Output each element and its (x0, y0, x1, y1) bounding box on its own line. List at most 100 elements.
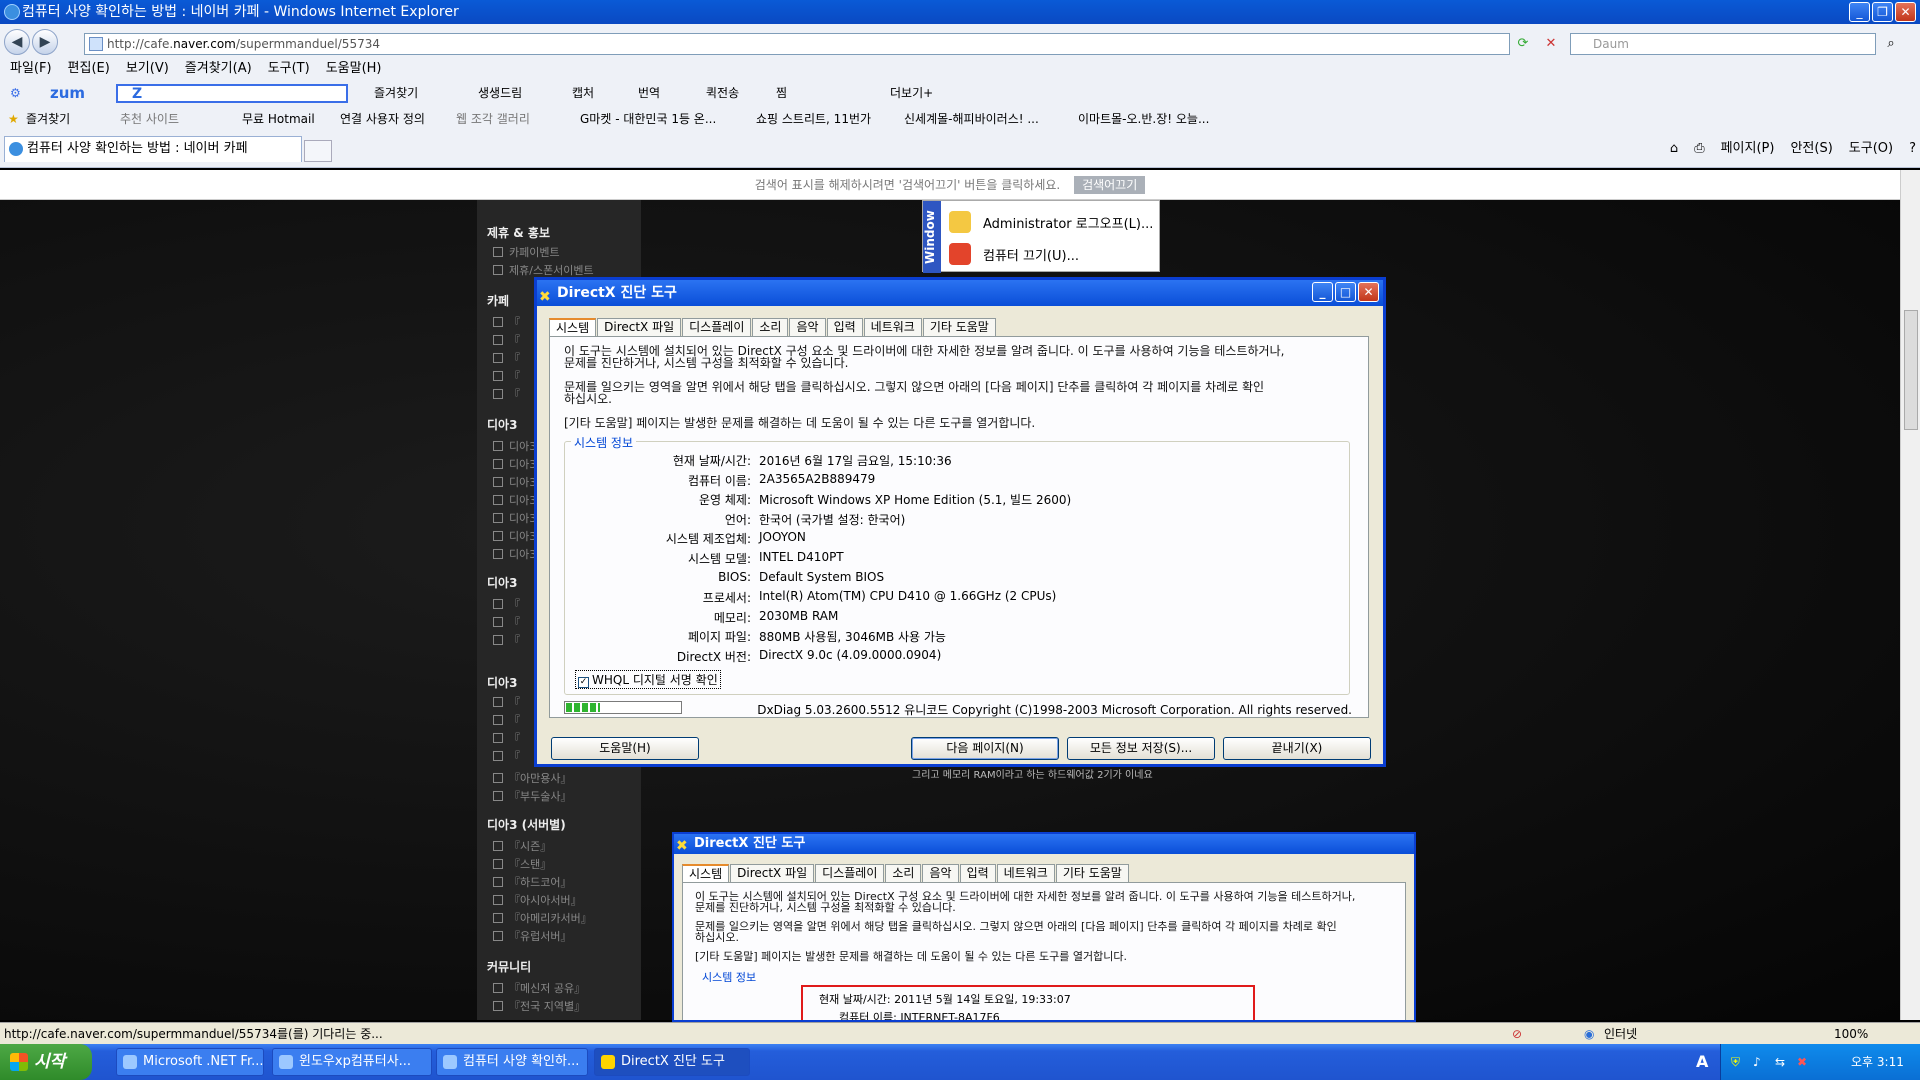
sidebar-cat-dia3[interactable]: 디아3 (487, 674, 517, 691)
cmd-tools[interactable]: 도구(O) (1849, 138, 1893, 160)
sidebar-item[interactable]: 『 (493, 694, 520, 710)
tab-network[interactable]: 네트워크 (863, 318, 922, 337)
tab-music[interactable]: 음악 (789, 318, 826, 337)
save-all-button[interactable]: 모든 정보 저장(S)... (1067, 737, 1215, 760)
zum-more[interactable]: 더보기+ (890, 80, 933, 106)
zoom-level[interactable]: 100% (1834, 1023, 1868, 1045)
sidebar-item[interactable]: 『아메리카서버』 (493, 910, 592, 926)
fav-shinsegae[interactable]: 신세계몰-해피바이러스! ... (904, 106, 1039, 132)
tray-network-icon[interactable]: ⇆ (1775, 1044, 1785, 1080)
menu-favorites[interactable]: 즐겨찾기(A) (185, 58, 252, 80)
sidebar-cat-server[interactable]: 디아3 (서버별) (487, 816, 566, 833)
zum-quicksend[interactable]: 퀵전송 (706, 80, 739, 106)
tray-alert-icon[interactable]: ✖ (1797, 1044, 1807, 1080)
zum-bookmark[interactable]: 찜 (776, 80, 787, 106)
zum-favorites[interactable]: 즐겨찾기 (374, 80, 418, 106)
fav-emart[interactable]: 이마트몰-오.반.장! 오늘... (1078, 106, 1209, 132)
zum-settings-icon[interactable]: ⚙ (10, 80, 21, 106)
sidebar-cat-dia2[interactable]: 디아3 (487, 574, 517, 591)
sidebar-item[interactable]: 디아3 (493, 474, 536, 490)
sidebar-cat-community[interactable]: 커뮤니티 (487, 958, 531, 975)
sidebar-item[interactable]: 『 (493, 386, 520, 402)
zum-dream[interactable]: 생생드림 (478, 80, 522, 106)
new-tab-button[interactable] (304, 140, 332, 162)
print-icon[interactable]: ⎙ (1694, 138, 1704, 160)
favorites-label[interactable]: 즐겨찾기 (26, 106, 70, 132)
cmd-safety[interactable]: 안전(S) (1790, 138, 1832, 160)
search-icon[interactable]: ⌕ (1882, 35, 1900, 53)
sidebar-item[interactable]: 『아만용사』 (493, 770, 571, 786)
sidebar-item[interactable]: 『아시아서버』 (493, 892, 582, 908)
sidebar-cat-cafe[interactable]: 카페 (487, 292, 509, 309)
fav-custom-links[interactable]: 연결 사용자 정의 (340, 106, 425, 132)
sidebar-item[interactable]: 디아3 (493, 510, 536, 526)
zum-translate[interactable]: 번역 (638, 80, 660, 106)
sidebar-item[interactable]: 『 (493, 712, 520, 728)
minimize-button[interactable]: _ (1849, 2, 1870, 22)
dxdiag-close-button[interactable]: ✕ (1358, 282, 1379, 302)
menu-help[interactable]: 도움말(H) (326, 58, 382, 80)
fav-11st[interactable]: 쇼핑 스트리트, 11번가 (756, 106, 871, 132)
fav-hotmail[interactable]: 무료 Hotmail (242, 106, 315, 132)
task-dotnet[interactable]: Microsoft .NET Fr... (116, 1048, 264, 1076)
dxdiag-maximize-button[interactable]: □ (1335, 282, 1356, 302)
address-bar[interactable]: http://cafe.naver.com/supermmanduel/5573… (84, 33, 1510, 55)
sidebar-item[interactable]: 『 (493, 368, 520, 384)
sidebar-item[interactable]: 『유럽서버』 (493, 928, 571, 944)
zum-capture[interactable]: 캡처 (572, 80, 594, 106)
sidebar-item[interactable]: 디아3 (493, 528, 536, 544)
sidebar-item[interactable]: 『 (493, 748, 520, 764)
sidebar-item[interactable]: 『 (493, 614, 520, 630)
menu-edit[interactable]: 편집(E) (68, 58, 110, 80)
highlight-off-button[interactable]: 검색어끄기 (1074, 176, 1146, 194)
sidebar-item[interactable]: 『스탠』 (493, 856, 551, 872)
sidebar-item[interactable]: 제휴/스폰서이벤트 (493, 262, 594, 278)
sidebar-item[interactable]: 『 (493, 350, 520, 366)
sidebar-item[interactable]: 『 (493, 632, 520, 648)
sidebar-cat-partner[interactable]: 제휴 & 홍보 (487, 224, 550, 241)
scrollbar-thumb[interactable] (1904, 310, 1918, 430)
tab-directx-files[interactable]: DirectX 파일 (597, 318, 682, 337)
tab-active[interactable]: 컴퓨터 사양 확인하는 방법 : 네이버 카페 (4, 136, 302, 162)
search-input[interactable]: Daum (1570, 33, 1876, 55)
ime-indicator[interactable]: A (1696, 1052, 1708, 1071)
sidebar-item[interactable]: 『 (493, 596, 520, 612)
tab-more-help[interactable]: 기타 도움말 (922, 318, 996, 337)
sidebar-item[interactable]: 디아3 (493, 546, 536, 562)
dxdiag-minimize-button[interactable]: _ (1312, 282, 1333, 302)
sidebar-item[interactable]: 『 (493, 314, 520, 330)
sidebar-item[interactable]: 디아3 (493, 492, 536, 508)
restore-button[interactable]: ❐ (1872, 2, 1893, 22)
menu-tools[interactable]: 도구(T) (268, 58, 310, 80)
next-page-button[interactable]: 다음 페이지(N) (911, 737, 1059, 760)
sidebar-item[interactable]: 『부두술사』 (493, 788, 571, 804)
fav-recommended[interactable]: 추천 사이트 (120, 106, 179, 132)
sidebar-item[interactable]: 『 (493, 332, 520, 348)
back-button[interactable]: ◀ (4, 29, 30, 55)
sidebar-item[interactable]: 『시즌』 (493, 838, 551, 854)
sidebar-cat-dia1[interactable]: 디아3 (487, 416, 517, 433)
popup-blocked-icon[interactable]: ⊘ (1512, 1023, 1522, 1045)
menu-file[interactable]: 파일(F) (10, 58, 52, 80)
tab-input[interactable]: 입력 (826, 318, 863, 337)
start-button[interactable]: 시작 (0, 1044, 92, 1080)
fav-gmarket[interactable]: G마켓 - 대한민국 1등 온... (580, 106, 716, 132)
refresh-icon[interactable]: ⟳ (1514, 35, 1532, 53)
sidebar-item[interactable]: 『메신저 공유』 (493, 980, 585, 996)
sidebar-item[interactable]: 『전국 지역별』 (493, 998, 585, 1014)
exit-button[interactable]: 끝내기(X) (1223, 737, 1371, 760)
close-button[interactable]: ✕ (1895, 2, 1916, 22)
whql-checkbox[interactable]: ✓ WHQL 디지털 서명 확인 (575, 670, 721, 689)
zum-search-input[interactable]: Z (116, 84, 348, 103)
task-dxdiag[interactable]: DirectX 진단 도구 (594, 1048, 750, 1076)
fav-web-slices[interactable]: 웹 조각 갤러리 (456, 106, 530, 132)
tab-sound[interactable]: 소리 (752, 318, 789, 337)
task-ie-2[interactable]: 컴퓨터 사양 확인하... (436, 1048, 588, 1076)
sidebar-item[interactable]: 디아3 (493, 456, 536, 472)
tab-system[interactable]: 시스템 (549, 318, 597, 337)
tray-volume-icon[interactable]: ♪ (1753, 1044, 1761, 1080)
sidebar-item[interactable]: 디아3 (493, 438, 536, 454)
task-ie-1[interactable]: 윈도우xp컴퓨터사... (272, 1048, 432, 1076)
tray-clock[interactable]: 오후 3:11 (1851, 1044, 1904, 1080)
menu-view[interactable]: 보기(V) (126, 58, 169, 80)
